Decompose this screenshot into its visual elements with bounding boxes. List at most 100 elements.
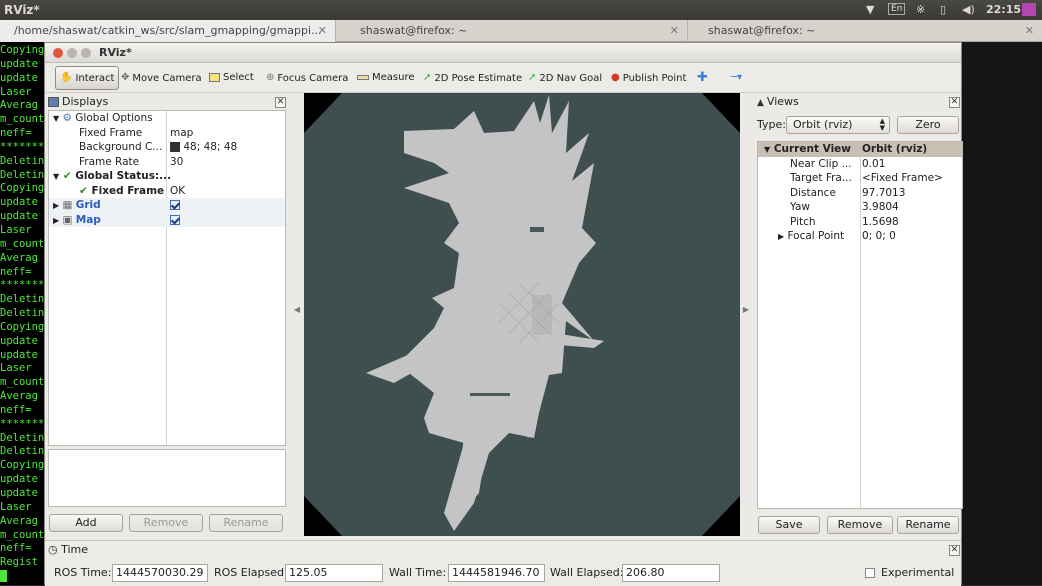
experimental-checkbox[interactable] (865, 568, 875, 578)
terminal-tab[interactable]: shaswat@firefox: ~ ✕ (688, 20, 1042, 42)
ros-time-field[interactable]: 1444570030.29 (112, 564, 208, 582)
tree-row-map[interactable]: ▶ ▣ Map (49, 212, 285, 227)
volume-icon[interactable]: ◀) (962, 3, 975, 16)
session-menu-icon[interactable] (1022, 3, 1036, 16)
rename-view-button[interactable]: Rename (897, 516, 959, 534)
interact-tool-button[interactable]: ✋ Interact (55, 66, 120, 90)
focus-camera-tool-button[interactable]: ⊕ Focus Camera (266, 68, 348, 88)
current-view-label: Current View (773, 143, 851, 155)
tree-row-status-fixed-frame[interactable]: ✔ Fixed Frame (79, 184, 164, 199)
keyboard-layout-indicator[interactable]: En (888, 3, 906, 15)
view-type-select[interactable]: Orbit (rviz) ▲ ▼ (786, 116, 890, 134)
view-prop-value[interactable]: 0.01 (862, 157, 885, 172)
map-enabled-checkbox[interactable] (170, 214, 180, 225)
terminal-tab-label: shaswat@firefox: ~ (360, 24, 468, 37)
pose-estimate-tool-button[interactable]: ➚ 2D Pose Estimate (423, 68, 522, 88)
expand-arrow-icon[interactable]: ▼ (53, 172, 59, 181)
battery-icon[interactable]: ▯ (940, 3, 946, 16)
wall-time-field[interactable]: 1444581946.70 (448, 564, 545, 582)
close-views-panel-icon[interactable]: ✕ (949, 97, 960, 108)
terminal-tab-label: shaswat@firefox: ~ (708, 24, 816, 37)
terminal-line: ******* (0, 417, 44, 430)
ros-elapsed-label: ROS Elapsed: (214, 566, 288, 579)
left-splitter-handle[interactable]: ◀ (291, 305, 303, 314)
tree-row-global-options[interactable]: ▼ ⚙ Global Options (53, 111, 153, 126)
remove-tool-minus-icon[interactable]: ─▾ (731, 68, 742, 88)
zero-view-button[interactable]: Zero (897, 116, 959, 134)
measure-tool-button[interactable]: Measure (357, 68, 415, 88)
view-prop-value[interactable]: 1.5698 (862, 215, 899, 230)
nav-goal-tool-button[interactable]: ➚ 2D Nav Goal (528, 68, 602, 88)
ros-elapsed-field[interactable]: 125.05 (285, 564, 383, 582)
view-prop-value[interactable]: <Fixed Frame> (862, 171, 943, 186)
terminal-line: update (0, 473, 38, 486)
close-displays-panel-icon[interactable]: ✕ (275, 97, 286, 108)
view-prop-name: Focal Point (787, 230, 845, 242)
nav-goal-label: 2D Nav Goal (539, 73, 603, 84)
time-panel-header: ◷ Time (48, 542, 88, 558)
frame-rate-label: Frame Rate (79, 155, 140, 168)
terminal-line: m_count (0, 528, 44, 541)
column-divider (860, 142, 861, 508)
add-tool-plus-icon[interactable]: ✚ (697, 68, 708, 88)
close-time-panel-icon[interactable]: ✕ (949, 545, 960, 556)
tree-row-fixed-frame[interactable]: Fixed Frame (79, 126, 142, 141)
remove-display-button[interactable]: Remove (129, 514, 203, 532)
fixed-frame-value[interactable]: map (170, 126, 193, 141)
network-icon[interactable]: ▼ (866, 3, 874, 16)
close-tab-icon[interactable]: ✕ (318, 20, 327, 42)
green-arrow-icon: ➚ (528, 72, 537, 83)
move-camera-tool-button[interactable]: ✥ Move Camera (121, 68, 202, 88)
terminal-line: Laser (0, 223, 32, 236)
terminal-tab[interactable]: shaswat@firefox: ~ ✕ (336, 20, 688, 42)
view-prop-name[interactable]: Near Clip ... (790, 157, 852, 172)
terminal-background (962, 42, 1042, 585)
frame-rate-value[interactable]: 30 (170, 155, 183, 170)
tree-row-global-status[interactable]: ▼ ✔ Global Status:... (53, 169, 171, 184)
occupancy-map[interactable] (304, 93, 740, 536)
displays-panel-header: Displays (48, 94, 288, 110)
minimize-window-icon[interactable] (67, 48, 77, 58)
tree-row-grid[interactable]: ▶ ▦ Grid (49, 198, 285, 213)
view-prop-value[interactable]: 3.9804 (862, 200, 899, 215)
close-tab-icon[interactable]: ✕ (670, 20, 679, 42)
window-titlebar[interactable]: RViz* (45, 43, 961, 63)
terminal-line: Laser (0, 500, 32, 513)
gear-icon: ⚙ (62, 112, 72, 124)
terminal-tab[interactable]: /home/shaswat/catkin_ws/src/slam_gmappin… (0, 20, 336, 42)
background-color-value[interactable]: 48; 48; 48 (170, 140, 237, 155)
view-prop-name[interactable]: Target Fra... (790, 171, 852, 186)
views-tree[interactable]: ▼ Current View Orbit (rviz) Near Clip ..… (757, 141, 963, 509)
save-view-button[interactable]: Save (758, 516, 820, 534)
wall-elapsed-field[interactable]: 206.80 (622, 564, 720, 582)
view-prop-name[interactable]: Pitch (790, 215, 816, 230)
close-window-icon[interactable] (53, 48, 63, 58)
bluetooth-icon[interactable]: ※ (916, 3, 925, 16)
clock[interactable]: 22:15 (986, 3, 1021, 16)
view-prop-name[interactable]: Distance (790, 186, 836, 201)
expand-arrow-icon[interactable]: ▼ (53, 114, 59, 123)
tree-row-frame-rate[interactable]: Frame Rate (79, 155, 139, 170)
view-prop-name[interactable]: Yaw (790, 200, 810, 215)
3d-render-view[interactable] (304, 93, 740, 536)
expand-arrow-icon[interactable]: ▼ (764, 145, 770, 154)
view-prop-value[interactable]: 0; 0; 0 (862, 229, 896, 244)
close-tab-icon[interactable]: ✕ (1025, 20, 1034, 42)
view-prop-focal-point[interactable]: ▶ Focal Point (778, 229, 844, 244)
expand-arrow-icon[interactable]: ▶ (53, 216, 59, 225)
tree-row-current-view[interactable]: ▼ Current View Orbit (rviz) (758, 142, 962, 157)
select-tool-button[interactable]: Select (209, 68, 254, 88)
rename-display-button[interactable]: Rename (209, 514, 283, 532)
right-splitter-handle[interactable]: ▶ (740, 305, 752, 314)
terminal-output[interactable]: Copying update update Laser Averag m_count ne… (0, 42, 44, 585)
expand-arrow-icon[interactable]: ▶ (53, 201, 59, 210)
remove-view-button[interactable]: Remove (827, 516, 893, 534)
maximize-window-icon[interactable] (81, 48, 91, 58)
grid-enabled-checkbox[interactable] (170, 200, 180, 210)
publish-point-tool-button[interactable]: ● Publish Point (611, 68, 686, 88)
expand-arrow-icon[interactable]: ▶ (778, 232, 784, 241)
view-prop-value[interactable]: 97.7013 (862, 186, 905, 201)
displays-tree[interactable]: ▼ ⚙ Global Options Fixed Frame map Backg… (48, 110, 286, 446)
add-display-button[interactable]: Add (49, 514, 123, 532)
tree-row-background-color[interactable]: Background C... (79, 140, 162, 155)
